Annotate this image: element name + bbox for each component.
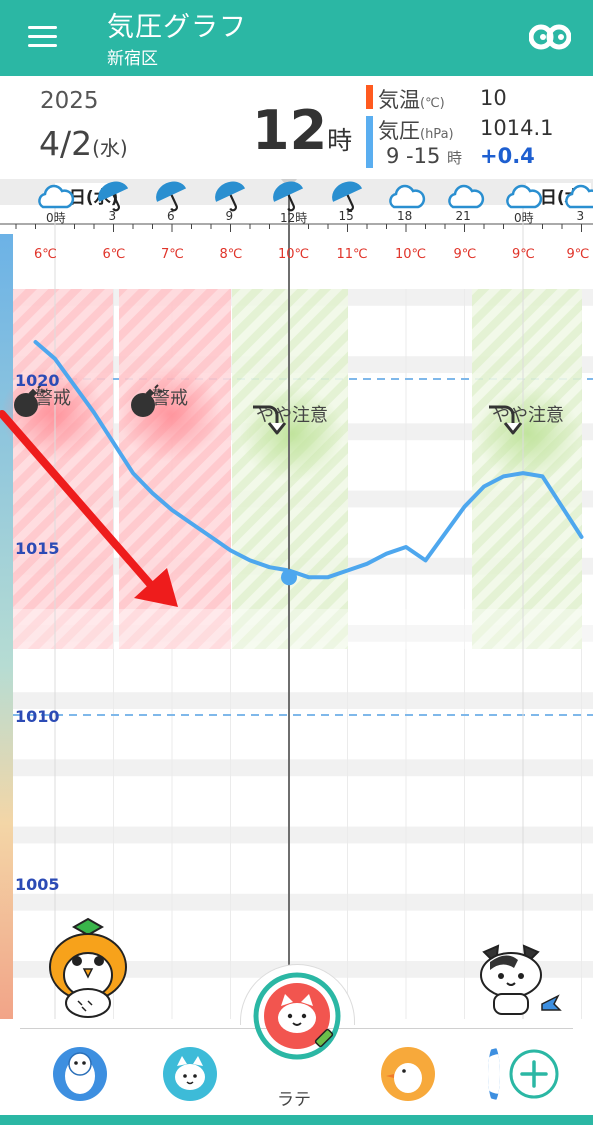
- pressure-unit: (hPa): [420, 127, 454, 142]
- current-pressure-marker: [281, 569, 297, 586]
- risk-marker[interactable]: やや注意: [483, 401, 573, 435]
- pressure-range-unit: 時: [447, 149, 463, 167]
- info-header: 2025 4/2(水) 12時 気温(℃) 10 気圧(hPa) 1014.1 …: [0, 76, 593, 180]
- date-value: 4/2: [39, 124, 93, 163]
- hour-unit: 時: [327, 126, 353, 155]
- partial-avatar[interactable]: [488, 1046, 500, 1102]
- zutool-logo-icon[interactable]: [529, 22, 571, 52]
- cat-main-avatar[interactable]: [253, 972, 341, 1060]
- cloud-icon[interactable]: [562, 179, 593, 213]
- y-tick-label: 1020: [15, 371, 60, 390]
- temp-label: 9℃: [566, 247, 590, 262]
- temp-label: 9℃: [453, 247, 477, 262]
- center-avatar-name: ラテ: [277, 1090, 311, 1110]
- temp-value: 10: [480, 86, 507, 110]
- temp-legend: 気温(℃): [378, 84, 445, 114]
- temp-label: 10℃: [395, 247, 427, 262]
- bottom-accent-strip: [0, 1115, 593, 1125]
- chart-canvas[interactable]: [0, 179, 593, 1019]
- penguin-avatar[interactable]: [52, 1046, 108, 1102]
- bird-avatar[interactable]: [380, 1046, 436, 1102]
- curved-arrow-down-icon: [253, 405, 287, 435]
- bomb-icon: [131, 384, 163, 417]
- pressure-range-value: 9 -15: [386, 144, 441, 168]
- temp-label: 8℃: [219, 247, 243, 262]
- date-label: 4/2(水): [39, 124, 128, 163]
- add-avatar-button[interactable]: [508, 1048, 560, 1100]
- temp-label: 気温: [378, 88, 420, 112]
- warning-zone: [13, 289, 113, 649]
- temp-label: 11℃: [336, 247, 368, 262]
- warning-zone: [119, 289, 231, 649]
- y-tick-label: 1010: [15, 707, 60, 726]
- year-label: 2025: [40, 88, 99, 114]
- umbrella-icon[interactable]: [269, 179, 309, 213]
- y-tick-label: 1005: [15, 875, 60, 894]
- pressure-scale-bar: [0, 234, 13, 1019]
- cloud-icon[interactable]: [386, 179, 426, 213]
- pressure-legend: 気圧(hPa): [378, 115, 454, 145]
- cloud-icon[interactable]: [503, 179, 543, 213]
- zone-fade: [13, 609, 593, 649]
- cat-avatar[interactable]: [162, 1046, 218, 1102]
- temp-unit: (℃): [420, 96, 445, 111]
- grid-band: [13, 692, 593, 709]
- hour-label: 12時: [252, 104, 352, 158]
- owl-mascot-icon: [49, 917, 127, 1018]
- pressure-value: 1014.1: [480, 116, 554, 140]
- y-tick-label: 1015: [15, 539, 60, 558]
- temp-label: 10℃: [278, 247, 310, 262]
- curved-arrow-down-icon: [489, 405, 523, 435]
- pressure-range: 9 -15 時: [386, 144, 462, 168]
- temp-label: 6℃: [102, 247, 126, 262]
- cat-mascot-icon: [480, 944, 562, 1015]
- grid-band: [13, 759, 593, 777]
- bottom-avatar-bar: ラテ: [0, 964, 593, 1125]
- app-title: 気圧グラフ: [107, 12, 247, 43]
- grid-band: [13, 893, 593, 911]
- cloud-icon[interactable]: [445, 179, 485, 213]
- temp-legend-swatch: [366, 85, 373, 109]
- grid-band: [13, 826, 593, 844]
- pressure-chart[interactable]: 2日(水) 3日(木) 0時 3 6 9 12時 15 18 21 0時 3 6℃ 6℃ 7℃ 8℃ 10℃ 11…: [0, 179, 593, 1019]
- temp-label: 7℃: [161, 247, 184, 262]
- pressure-label: 気圧: [378, 119, 420, 143]
- temp-label: 9℃: [512, 247, 535, 262]
- umbrella-icon[interactable]: [211, 179, 251, 213]
- pressure-delta: +0.4: [480, 144, 535, 168]
- umbrella-icon[interactable]: [152, 179, 192, 213]
- umbrella-icon[interactable]: [94, 179, 134, 213]
- location-label[interactable]: 新宿区: [107, 44, 158, 69]
- cloud-icon[interactable]: [35, 179, 75, 213]
- hour-value: 12: [252, 99, 328, 162]
- pressure-legend-swatch: [366, 116, 373, 168]
- weekday-label: (水): [92, 136, 128, 160]
- umbrella-icon[interactable]: [328, 179, 368, 213]
- app-bar: 気圧グラフ 新宿区: [0, 0, 593, 76]
- temp-label: 6℃: [34, 247, 57, 262]
- hamburger-icon[interactable]: [28, 24, 58, 50]
- risk-marker[interactable]: 警戒: [125, 384, 215, 417]
- risk-marker[interactable]: やや注意: [247, 401, 337, 435]
